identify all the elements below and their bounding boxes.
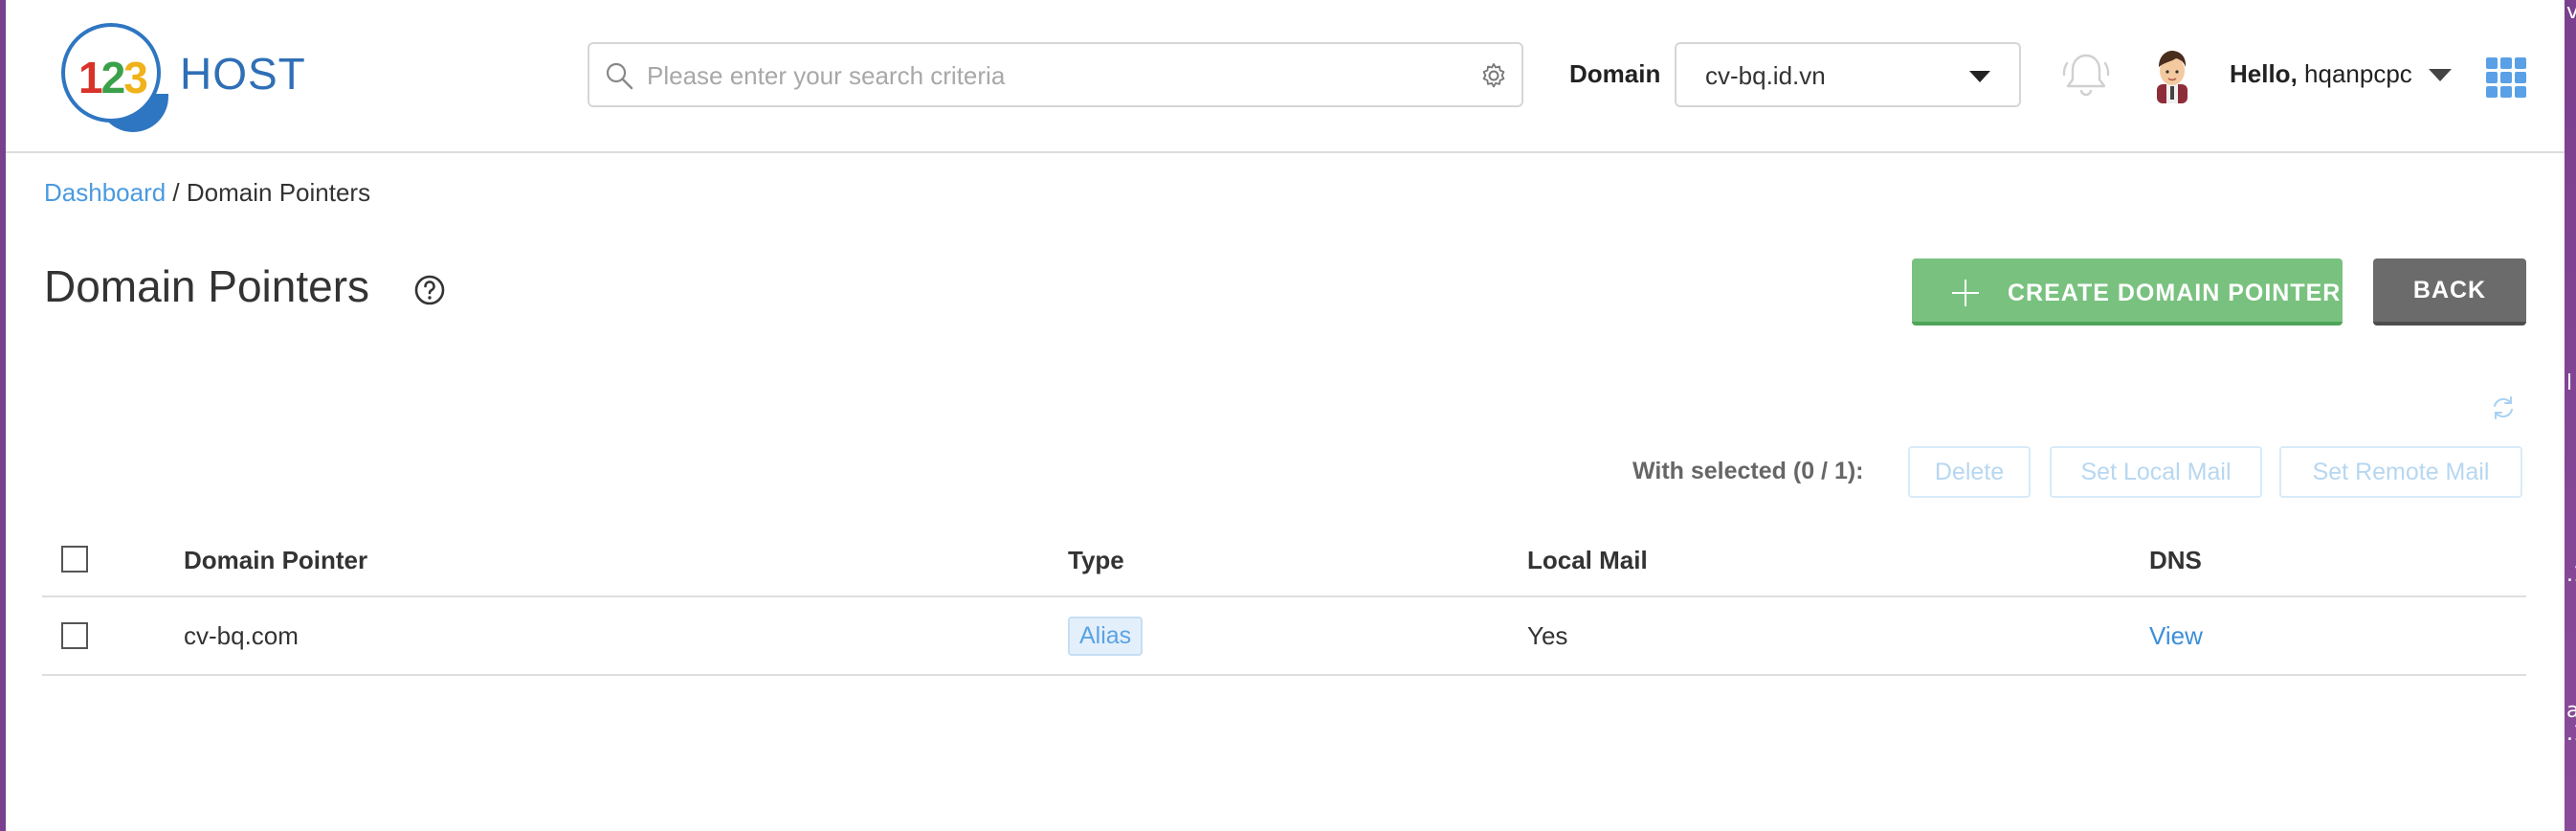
breadcrumb: Dashboard / Domain Pointers [44,178,370,208]
search-box [588,42,1523,107]
back-button[interactable]: BACK [2373,258,2526,326]
plus-icon [1952,280,1979,306]
desktop-background: vel.1ah.1 [2565,0,2576,831]
create-button-label: CREATE DOMAIN POINTER [2008,280,2342,306]
domain-select-value: cv-bq.id.vn [1705,61,1826,90]
set-local-mail-button[interactable]: Set Local Mail [2050,446,2262,498]
breadcrumb-separator: / [166,178,187,207]
top-bar: 123 HOST Domain cv-bq.id.vn [6,0,2565,153]
create-domain-pointer-button[interactable]: CREATE DOMAIN POINTER [1912,258,2343,326]
breadcrumb-dashboard-link[interactable]: Dashboard [44,178,166,207]
app-window: 123 HOST Domain cv-bq.id.vn [6,0,2565,831]
logo-digit-1: 1 [78,53,103,102]
type-badge: Alias [1068,617,1144,656]
page-title: Domain Pointers [44,261,370,311]
set-remote-mail-button[interactable]: Set Remote Mail [2279,446,2522,498]
logo-digit-2: 2 [100,53,126,102]
delete-button[interactable]: Delete [1908,446,2031,498]
table-header-row: Domain Pointer Type Local Mail DNS [42,528,2526,597]
column-header-domain-pointer[interactable]: Domain Pointer [184,546,367,575]
user-greeting[interactable]: Hello, hqanpcpc [2230,59,2412,89]
dns-view-link[interactable]: View [2149,621,2203,651]
logo-text: HOST [180,49,306,99]
greeting-label: Hello, [2230,59,2298,88]
chevron-down-icon[interactable] [2429,69,2452,81]
table-row: cv-bq.com Alias Yes View [42,597,2526,676]
domain-pointer-cell: cv-bq.com [184,621,299,650]
row-checkbox[interactable] [61,622,88,649]
domain-label: Domain [1569,59,1661,88]
column-header-type[interactable]: Type [1068,546,1124,575]
domain-select[interactable]: cv-bq.id.vn [1675,42,2021,107]
select-all-checkbox[interactable] [61,546,88,573]
column-header-dns[interactable]: DNS [2149,546,2202,575]
selection-count-label: With selected (0 / 1): [1632,458,1864,484]
logo-badge: 123 [61,23,161,123]
username: hqanpcpc [2304,59,2412,88]
avatar[interactable] [2149,46,2195,103]
logo-digit-3: 3 [123,53,148,102]
domain-pointers-table: Domain Pointer Type Local Mail DNS cv-bq… [42,528,2526,676]
search-input[interactable] [645,44,1453,107]
local-mail-cell: Yes [1527,621,1568,650]
breadcrumb-current: Domain Pointers [186,178,371,207]
chevron-down-icon [1969,71,1990,82]
search-icon [606,62,633,90]
logo[interactable]: 123 HOST [61,23,320,132]
refresh-icon[interactable] [2490,394,2517,421]
apps-grid-icon[interactable] [2486,57,2526,98]
gear-icon[interactable] [1479,61,1508,90]
column-header-local-mail[interactable]: Local Mail [1527,546,1648,575]
bell-icon[interactable] [2059,50,2113,100]
help-icon[interactable] [413,274,446,306]
